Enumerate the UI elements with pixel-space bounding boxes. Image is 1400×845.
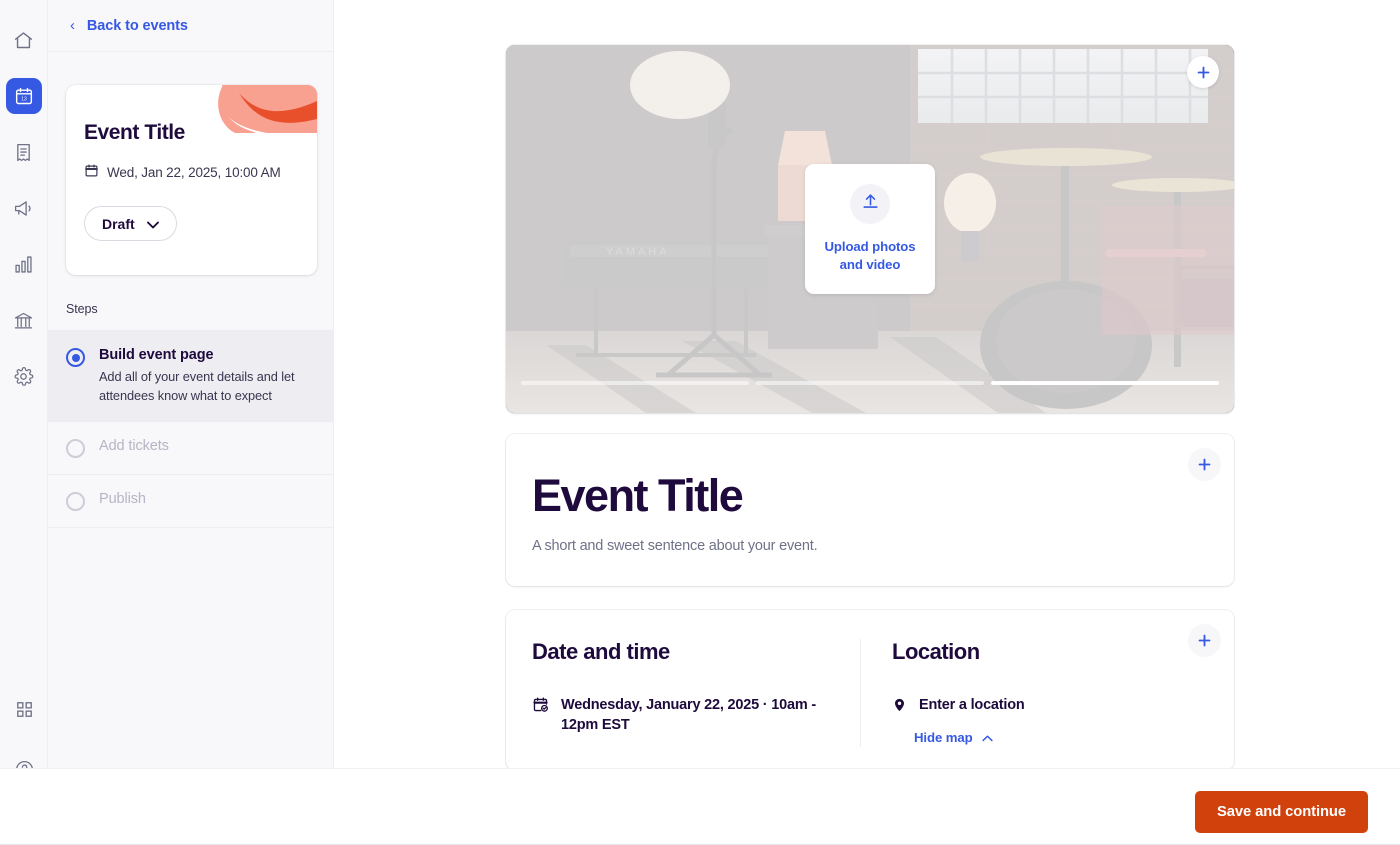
svg-text:13: 13 [21,97,27,103]
event-title-card: Event Title A short and sweet sentence a… [506,434,1234,586]
date-time-column: Date and time Wednesday, January 22, 202… [532,639,830,747]
carousel-bar-1[interactable] [521,381,749,385]
event-builder-page: 13 [0,0,1400,845]
carousel-bar-2[interactable] [756,381,984,385]
map-pin-icon [892,696,907,719]
sidebar-item-events[interactable]: 13 [6,78,42,114]
upload-icon-circle [850,184,890,224]
radio-selected-icon [66,348,85,367]
megaphone-icon [13,198,34,219]
sidebar-item-apps[interactable] [6,691,42,727]
sidebar-item-reports[interactable] [6,246,42,282]
bar-chart-icon [13,254,34,275]
chevron-left-icon: ‹ [70,18,75,33]
date-location-card: Date and time Wednesday, January 22, 202… [506,610,1234,768]
chevron-up-icon [982,730,993,745]
primary-nav-rail: 13 [0,0,48,845]
hero-media-card: YAMAHA [506,45,1234,413]
step-description: Add all of your event details and let at… [99,368,311,405]
step-publish[interactable]: Publish [48,475,333,528]
action-footer: Save and continue [0,768,1400,845]
steps-section-label: Steps [66,302,333,316]
event-card-title: Event Title [84,121,295,145]
event-tagline: A short and sweet sentence about your ev… [532,538,817,554]
rail-top-group: 13 [6,0,42,394]
location-row[interactable]: Enter a location [892,695,1158,719]
event-status-label: Draft [102,216,135,232]
step-text-group: Add tickets [99,438,169,458]
toggle-map-label: Hide map [914,730,973,745]
toggle-map-link[interactable]: Hide map [914,730,993,745]
media-carousel-indicator[interactable] [521,381,1219,385]
back-to-events-label: Back to events [87,18,188,34]
event-preview-area: YAMAHA [335,0,1400,768]
location-column: Location Enter a location Hide map [860,639,1158,747]
chevron-down-icon [147,216,159,232]
calendar-small-icon [84,163,99,181]
sidebar-item-home[interactable] [6,22,42,58]
upload-media-button[interactable]: Upload photos and video [805,164,935,294]
sidebar-item-settings[interactable] [6,358,42,394]
card-body: Event Title Wed, Jan 22, 2025, 10:00 AM … [66,85,317,241]
radio-unselected-icon [66,492,85,511]
sidebar-item-finance[interactable] [6,302,42,338]
apps-grid-icon [15,700,34,719]
upload-label-line2: and video [840,257,901,272]
step-title: Add tickets [99,438,169,454]
upload-media-label: Upload photos and video [825,238,916,275]
step-text-group: Publish [99,491,146,511]
radio-unselected-icon [66,439,85,458]
add-hero-section-button[interactable] [1187,56,1219,88]
sidebar-item-orders[interactable] [6,134,42,170]
upload-label-line1: Upload photos [825,239,916,254]
bank-icon [13,310,34,331]
sidebar-item-marketing[interactable] [6,190,42,226]
carousel-bar-3[interactable] [991,381,1219,385]
date-time-heading: Date and time [532,639,830,665]
event-steps-panel: ‹ Back to events Event Title [48,0,334,768]
step-title: Publish [99,491,146,507]
calendar-check-icon [532,696,549,735]
event-card-date: Wed, Jan 22, 2025, 10:00 AM [84,163,295,181]
date-location-grid: Date and time Wednesday, January 22, 202… [506,610,1234,747]
location-heading: Location [892,639,1158,665]
location-value: Enter a location [919,695,1025,719]
add-section-button-title[interactable] [1188,448,1221,481]
date-time-value: Wednesday, January 22, 2025 · 10am - 12p… [561,695,830,735]
add-section-button-datetime[interactable] [1188,624,1221,657]
back-to-events-link[interactable]: ‹ Back to events [70,18,188,34]
ticket-icon [13,142,34,163]
date-time-row[interactable]: Wednesday, January 22, 2025 · 10am - 12p… [532,695,830,735]
page-title: Event Title [532,470,742,522]
home-icon [13,30,34,51]
save-and-continue-button[interactable]: Save and continue [1195,791,1368,833]
step-add-tickets[interactable]: Add tickets [48,422,333,475]
step-text-group: Build event page Add all of your event d… [99,347,311,405]
event-summary-card: Event Title Wed, Jan 22, 2025, 10:00 AM … [66,85,317,275]
steps-list: Build event page Add all of your event d… [48,330,333,528]
event-card-date-text: Wed, Jan 22, 2025, 10:00 AM [107,165,281,180]
step-build-event-page[interactable]: Build event page Add all of your event d… [48,331,333,422]
gear-icon [13,366,34,387]
event-status-dropdown[interactable]: Draft [84,206,177,241]
panel-header: ‹ Back to events [48,0,333,52]
upload-icon [861,192,880,216]
calendar-icon: 13 [14,86,34,106]
step-title: Build event page [99,347,311,363]
